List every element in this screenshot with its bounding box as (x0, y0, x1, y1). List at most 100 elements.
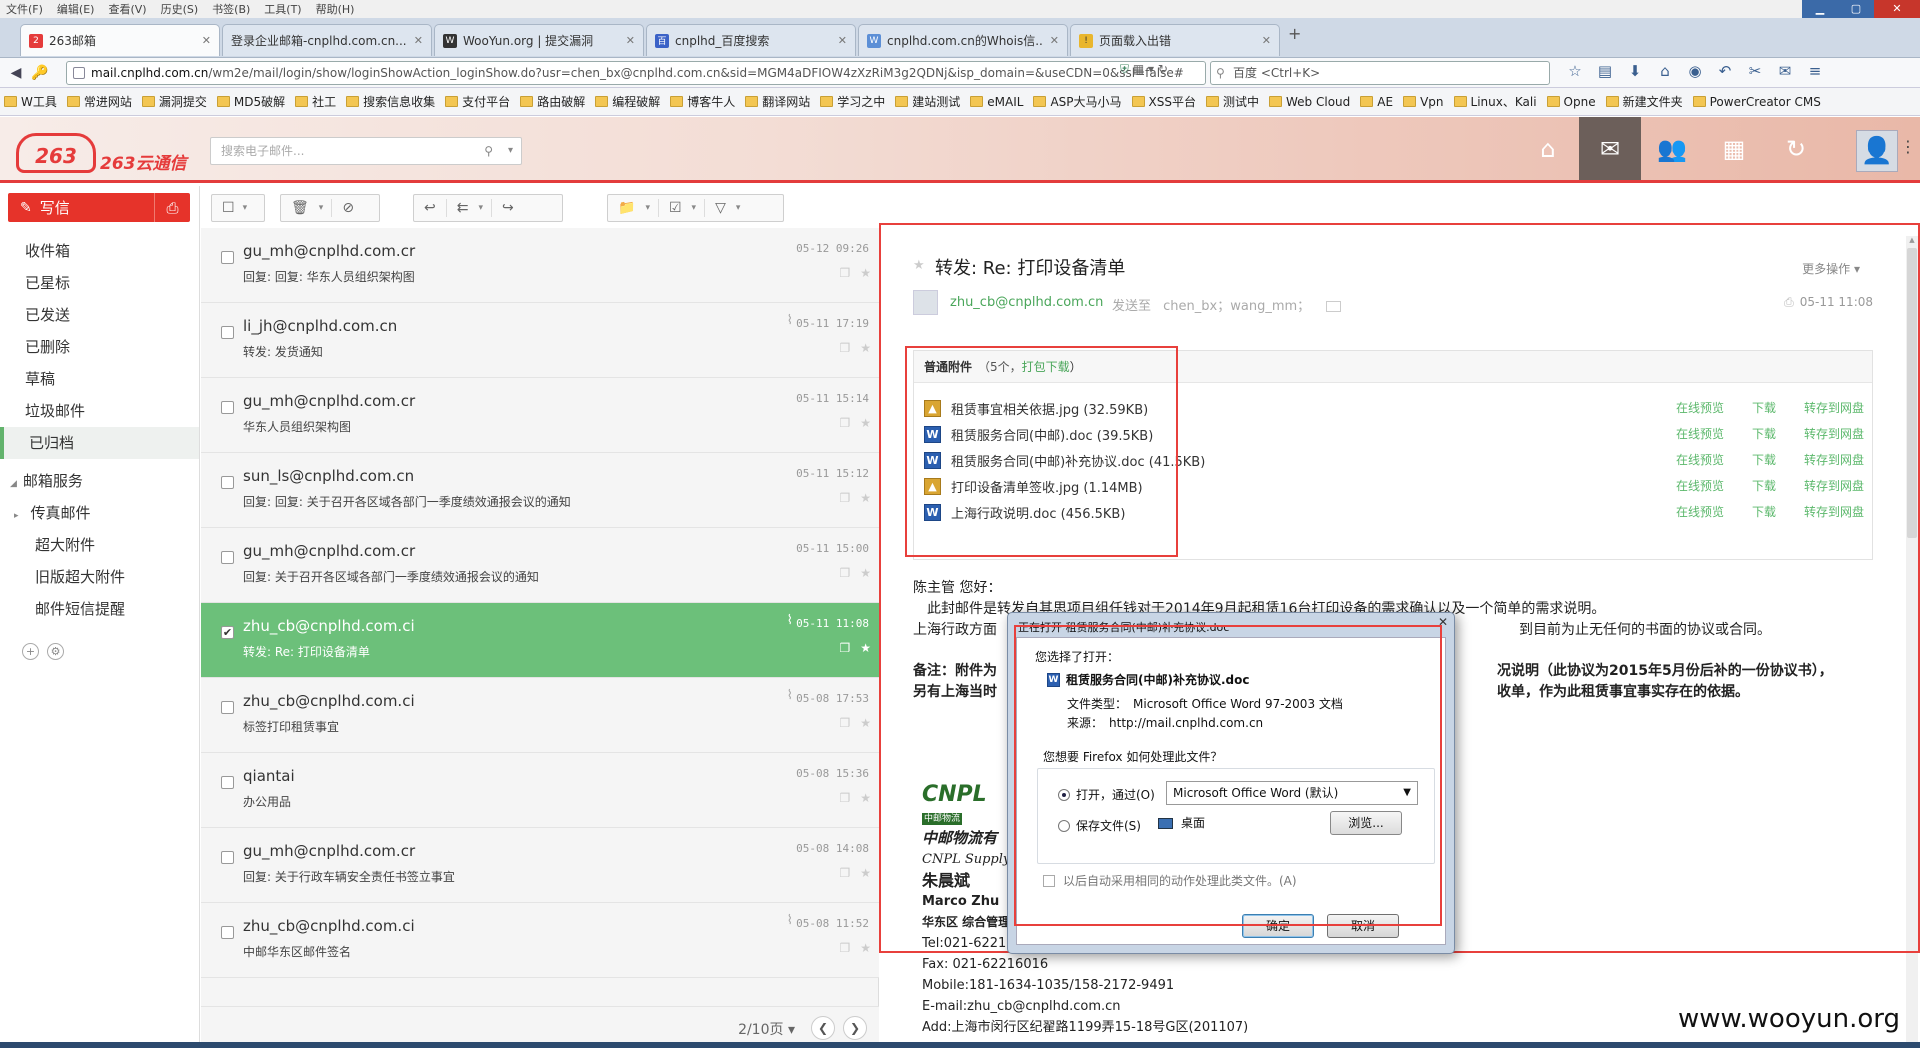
attachment-name[interactable]: 租赁服务合同(中邮)补充协议.doc (41.5KB) (951, 451, 1205, 470)
star-icon[interactable]: ★ (860, 791, 871, 805)
reload-icon[interactable]: ↻ (1158, 62, 1168, 76)
sidebar-item-drafts[interactable]: 草稿 (0, 363, 199, 395)
archive-icon[interactable]: ❐ (839, 866, 850, 880)
print-icon[interactable]: ⎙ (1784, 295, 1794, 309)
star-icon[interactable]: ★ (860, 641, 871, 655)
back-icon[interactable]: ◀ (4, 61, 28, 85)
sidebar-item-sent[interactable]: 已发送 (0, 299, 199, 331)
bookmark-item[interactable]: 编程破解 (595, 93, 660, 110)
tab-wooyun[interactable]: W WooYun.org | 提交漏洞 ✕ (434, 24, 644, 56)
mail-row[interactable]: gu_mh@cnplhd.com.cr 回复: 回复: 华东人员组织架构图 05-1… (201, 228, 879, 303)
download-all-link[interactable]: 打包下载 (1022, 360, 1070, 374)
attachment-name[interactable]: 上海行政说明.doc (456.5KB) (951, 503, 1125, 522)
mail-checkbox[interactable] (221, 476, 234, 489)
archive-icon[interactable]: ❐ (839, 416, 850, 430)
mail-icon[interactable]: ✉ (1579, 117, 1641, 180)
open-with-select[interactable]: Microsoft Office Word (默认) ▼ (1166, 781, 1418, 805)
chat-icon[interactable]: ◉ (1680, 62, 1710, 80)
mail-checkbox[interactable] (221, 326, 234, 339)
archive-icon[interactable]: ❐ (839, 641, 850, 655)
tab-close-icon[interactable]: ✕ (1050, 34, 1059, 47)
bookmark-item[interactable]: ASP大马小马 (1033, 93, 1122, 110)
chevron-down-icon[interactable]: ▾ (319, 203, 332, 213)
menu-item[interactable]: 查看(V) (108, 1, 146, 17)
mail-checkbox[interactable]: ✔ (221, 626, 234, 639)
archive-icon[interactable]: ❐ (839, 791, 850, 805)
sidebar-item-deleted[interactable]: 已删除 (0, 331, 199, 363)
sidebar-item-starred[interactable]: 已星标 (0, 267, 199, 299)
comment-icon[interactable]: ✉ (1770, 62, 1800, 80)
attachment-name[interactable]: 打印设备清单签收.jpg (1.14MB) (951, 477, 1143, 496)
shield-icon[interactable]: ⛨ (1120, 62, 1129, 76)
bookmark-item[interactable]: 翻译网站 (745, 93, 810, 110)
star-bookmark-icon[interactable]: ☆ (1560, 62, 1590, 80)
chevron-down-icon[interactable]: ▾ (478, 203, 491, 213)
bookmark-item[interactable]: PowerCreator CMS (1692, 95, 1821, 109)
browser-search-input[interactable]: ⚲ 百度 <Ctrl+K> (1210, 61, 1550, 85)
bookmark-item[interactable]: eMAIL (970, 95, 1023, 109)
chevron-down-icon[interactable]: ▾ (692, 203, 705, 213)
next-page-icon[interactable]: ❯ (843, 1016, 867, 1040)
menu-item[interactable]: 编辑(E) (57, 1, 95, 17)
bookmark-item[interactable]: 搜索信息收集 (346, 93, 435, 110)
bookmark-item[interactable]: XSS平台 (1131, 93, 1196, 110)
chevron-down-icon[interactable]: ▾ (508, 138, 513, 164)
save-to-disk-link[interactable]: 转存到网盘 (1804, 505, 1864, 519)
open-with-radio[interactable]: 打开，通过(O) (1058, 786, 1155, 803)
block-icon[interactable]: ⊘ (332, 200, 364, 216)
mail-checkbox[interactable] (221, 851, 234, 864)
avatar[interactable]: 👤 (1856, 130, 1898, 172)
chevron-down-icon[interactable]: ▾ (736, 203, 749, 213)
mail-checkbox[interactable] (221, 701, 234, 714)
download-icon[interactable]: ⬇ (1620, 62, 1650, 80)
more-vertical-icon[interactable]: ⋮ (1900, 137, 1916, 156)
tab-close-icon[interactable]: ✕ (838, 34, 847, 47)
download-link[interactable]: 下载 (1752, 505, 1776, 519)
qr-icon[interactable]: ▦ (1133, 62, 1144, 76)
bookmark-item[interactable]: 常进网站 (66, 93, 132, 110)
mail-checkbox[interactable] (221, 551, 234, 564)
crop-icon[interactable]: ✂ (1740, 62, 1770, 80)
star-icon[interactable]: ★ (860, 941, 871, 955)
mark-icon[interactable]: ☑ (659, 200, 692, 216)
bookmark-item[interactable]: 新建文件夹 (1605, 93, 1683, 110)
reply-icon[interactable]: ↩ (414, 200, 446, 216)
bookmark-item[interactable]: Linux、Kali (1453, 93, 1537, 110)
compose-button[interactable]: ✎ 写信 ⎙ (8, 193, 190, 222)
bookmark-item[interactable]: Opne (1546, 95, 1596, 109)
download-link[interactable]: 下载 (1752, 401, 1776, 415)
filter-icon[interactable]: ▽ (705, 200, 736, 216)
sidebar-item-inbox[interactable]: 收件箱 (0, 235, 199, 267)
undo-icon[interactable]: ↶ (1710, 62, 1740, 80)
preview-link[interactable]: 在线预览 (1676, 427, 1724, 441)
maximize-button[interactable]: ▢ (1838, 0, 1874, 18)
mail-row[interactable]: gu_mh@cnplhd.com.cr 回复: 关于行政车辆安全责任书签立事宜 05… (201, 828, 879, 903)
tab-close-icon[interactable]: ✕ (1262, 34, 1271, 47)
sidebar-item-sms-alert[interactable]: 邮件短信提醒 (0, 593, 199, 625)
bookmarks-list-icon[interactable]: ▤ (1590, 62, 1620, 80)
forward-icon[interactable]: ↪ (492, 200, 524, 216)
bookmark-item[interactable]: 路由破解 (520, 93, 585, 110)
prev-page-icon[interactable]: ❮ (811, 1016, 835, 1040)
tab-close-icon[interactable]: ✕ (414, 34, 423, 47)
download-link[interactable]: 下载 (1752, 453, 1776, 467)
sidebar-item-spam[interactable]: 垃圾邮件 (0, 395, 199, 427)
select-all-dropdown[interactable]: ☐ ▾ (211, 194, 265, 222)
bookmark-item[interactable]: 社工 (295, 93, 336, 110)
star-icon[interactable]: ★ (860, 416, 871, 430)
checkbox-icon[interactable]: ☐ (212, 200, 241, 216)
bookmark-item[interactable]: 建站测试 (895, 93, 960, 110)
bookmark-item[interactable]: AE (1360, 95, 1393, 109)
save-to-disk-link[interactable]: 转存到网盘 (1804, 427, 1864, 441)
search-icon[interactable]: ⚲ (484, 138, 493, 164)
archive-icon[interactable]: ❐ (839, 941, 850, 955)
url-bar[interactable]: mail.cnplhd.com.cn/wm2e/mail/login/show/… (66, 61, 1206, 85)
star-icon[interactable]: ★ (913, 258, 925, 273)
tab-load-error[interactable]: ! 页面载入出错 ✕ (1070, 24, 1280, 56)
sidebar-item-large-attach[interactable]: 超大附件 (0, 529, 199, 561)
star-icon[interactable]: ★ (860, 341, 871, 355)
archive-icon[interactable]: ❐ (839, 491, 850, 505)
mail-checkbox[interactable] (221, 401, 234, 414)
sidebar-section-services[interactable]: ◢ 邮箱服务 (0, 465, 199, 497)
star-icon[interactable]: ★ (860, 716, 871, 730)
